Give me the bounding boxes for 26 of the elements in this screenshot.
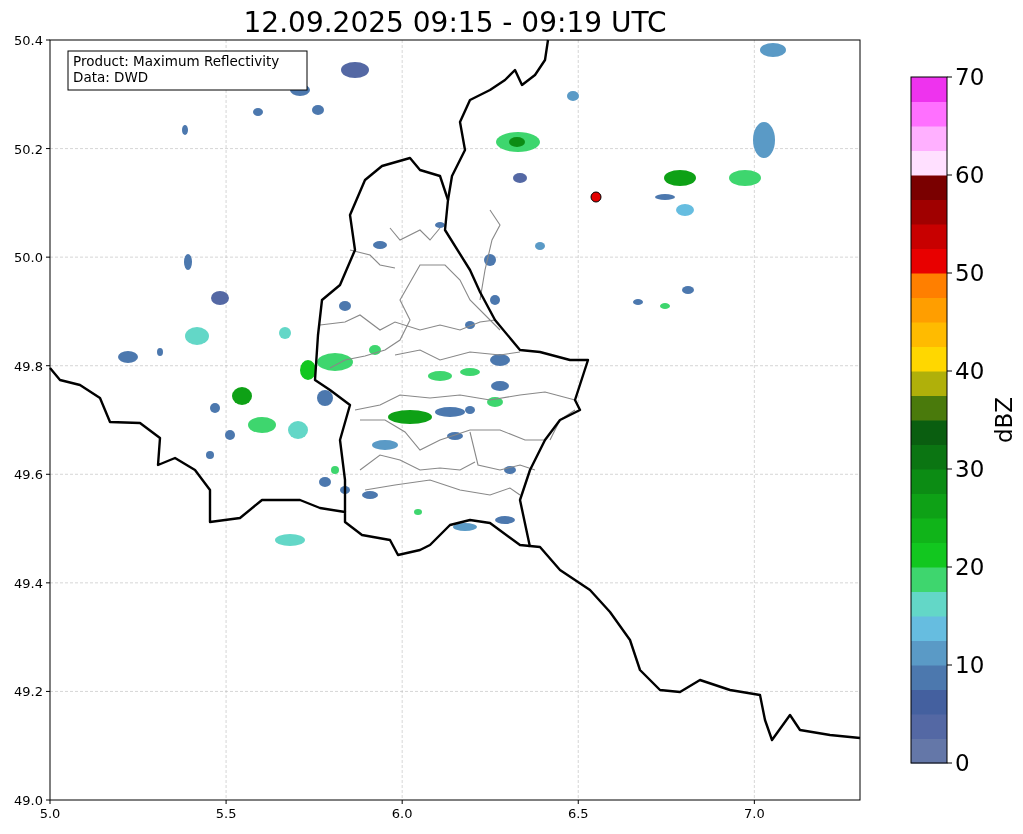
x-tick-label: 5.0 (39, 806, 61, 821)
x-tick-label: 6.0 (391, 806, 413, 821)
colorbar-tick-label: 70 (955, 64, 985, 90)
colorbar-tick-label: 0 (955, 750, 970, 776)
colorbar-tick-label: 30 (955, 456, 985, 482)
y-tick-label: 50.4 (14, 33, 43, 48)
colorbar-label: dBZ (991, 396, 1017, 444)
y-tick-label: 49.0 (14, 793, 43, 808)
colorbar-tick-label: 40 (955, 358, 985, 384)
y-tick-label: 49.2 (14, 684, 43, 700)
x-tick-label: 5.5 (215, 806, 237, 821)
y-tick-label: 50.2 (14, 141, 43, 157)
colorbar-tick-label: 50 (955, 260, 985, 286)
station-marker (590, 191, 602, 203)
legend-text: Data: DWD (73, 69, 149, 85)
y-tick-label: 49.4 (14, 575, 43, 591)
legend-text: Product: Maximum Reflectivity (73, 53, 280, 69)
y-tick-label: 49.6 (14, 467, 43, 483)
colorbar-tick-label: 20 (955, 554, 985, 580)
y-tick-label: 49.8 (14, 358, 43, 374)
chart-title: 12.09.2025 09:15 - 09:19 UTC (243, 6, 667, 39)
y-tick-label: 50.0 (14, 250, 43, 266)
colorbar-tick-label: 60 (955, 162, 985, 188)
x-tick-label: 7.0 (744, 806, 765, 821)
x-tick-label: 6.5 (567, 806, 589, 821)
colorbar-tick-label: 10 (955, 652, 985, 678)
